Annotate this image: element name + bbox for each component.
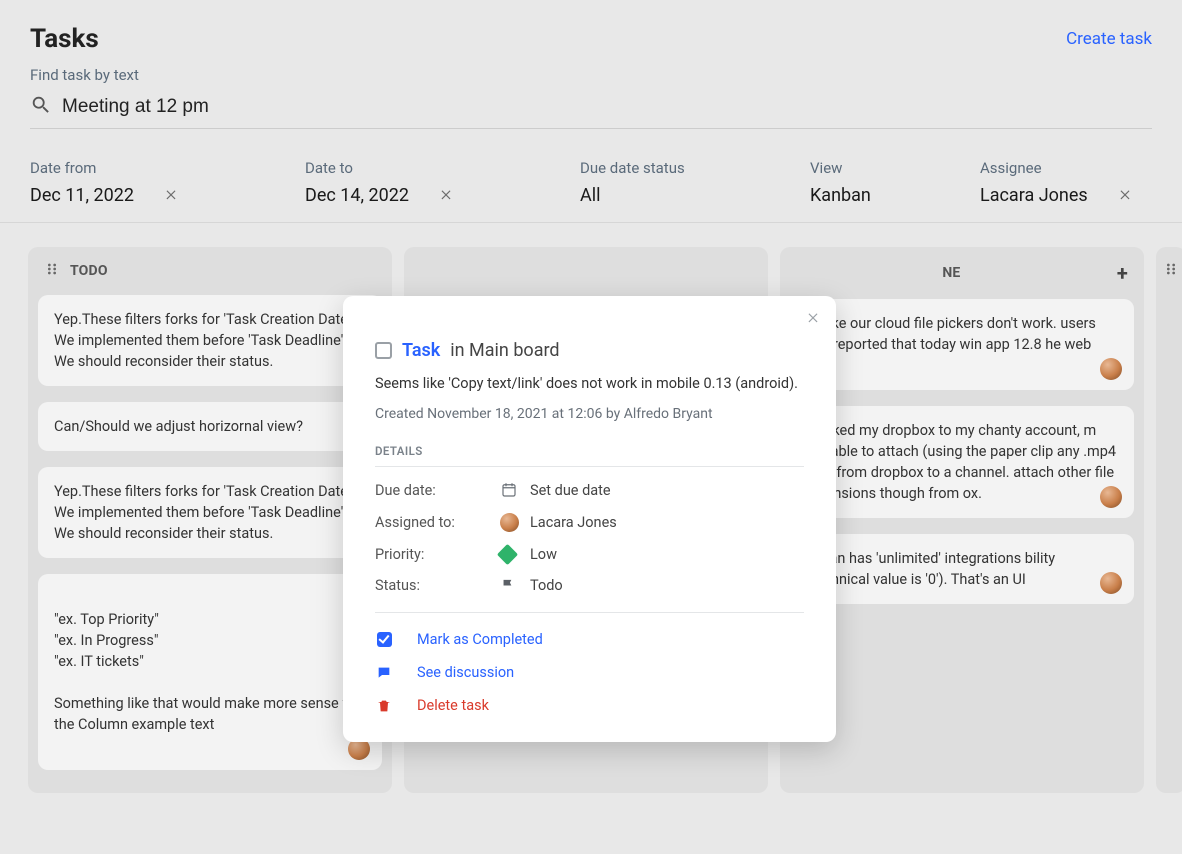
task-created-meta: Created November 18, 2021 at 12:06 by Al… (375, 406, 804, 422)
task-card[interactable]: e linked my dropbox to my chanty account… (790, 406, 1134, 518)
status-value[interactable]: Todo (530, 577, 804, 594)
filter-label: Due date status (580, 159, 810, 177)
priority-icon (500, 547, 530, 562)
delete-task-button[interactable]: Delete task (375, 697, 804, 714)
task-card[interactable]: ks like our cloud file pickers don't wor… (790, 299, 1134, 390)
task-actions: Mark as Completed See discussion Delete … (375, 612, 804, 714)
clear-assignee-icon[interactable] (1118, 185, 1132, 206)
search-input[interactable] (62, 96, 1152, 118)
search-label: Find task by text (30, 66, 1152, 84)
filter-value: All (580, 185, 601, 206)
filter-value: Dec 11, 2022 (30, 185, 134, 206)
task-modal: Task in Main board Seems like 'Copy text… (343, 296, 836, 742)
filter-value: Dec 14, 2022 (305, 185, 409, 206)
filter-date-to[interactable]: Date to Dec 14, 2022 (305, 159, 580, 206)
column-header: NE + (780, 247, 1144, 299)
task-card[interactable]: o plan has 'unlimited' integrations bili… (790, 534, 1134, 604)
due-date-value[interactable]: Set due date (530, 482, 804, 499)
page-title: Tasks (30, 24, 99, 54)
avatar (1100, 358, 1122, 380)
column-header: TODO (28, 247, 392, 295)
assigned-value[interactable]: Lacara Jones (530, 514, 804, 531)
column-todo: TODO Yep.These filters forks for 'Task C… (28, 247, 392, 793)
filter-value: Kanban (810, 185, 871, 206)
column-sliver (1156, 247, 1182, 793)
due-date-label: Due date: (375, 482, 500, 499)
task-description: Seems like 'Copy text/link' does not wor… (375, 375, 804, 392)
see-discussion-button[interactable]: See discussion (375, 664, 804, 681)
details-header: DETAILS (375, 444, 804, 467)
flag-icon (500, 577, 530, 594)
create-task-link[interactable]: Create task (1066, 29, 1152, 49)
check-icon (375, 632, 393, 647)
task-card[interactable]: Yep.These filters forks for 'Task Creati… (38, 295, 382, 386)
filter-label: View (810, 159, 980, 177)
avatar (1100, 486, 1122, 508)
filter-due-status[interactable]: Due date status All (580, 159, 810, 206)
trash-icon (375, 698, 393, 714)
column-title-fragment: NE (942, 265, 960, 281)
card-list: Yep.These filters forks for 'Task Creati… (28, 295, 392, 780)
task-title-row: Task in Main board (375, 340, 804, 361)
details-grid: Due date: Set due date Assigned to: Laca… (375, 481, 804, 594)
filter-label: Date to (305, 159, 580, 177)
filter-date-from[interactable]: Date from Dec 11, 2022 (30, 159, 305, 206)
page-header: Tasks Create task (0, 0, 1182, 66)
mark-complete-button[interactable]: Mark as Completed (375, 631, 804, 648)
status-label: Status: (375, 577, 500, 594)
calendar-icon (500, 481, 530, 499)
filter-label: Assignee (980, 159, 1152, 177)
chat-icon (375, 665, 393, 681)
search-row (30, 90, 1152, 129)
drag-handle-icon[interactable] (1163, 261, 1179, 281)
assignee-avatar (500, 513, 530, 532)
search-section: Find task by text (0, 66, 1182, 139)
close-icon[interactable] (806, 310, 820, 328)
assigned-label: Assigned to: (375, 514, 500, 531)
filter-value: Lacara Jones (980, 185, 1088, 206)
clear-date-from-icon[interactable] (164, 185, 178, 206)
column-title: TODO (70, 263, 108, 279)
task-card[interactable]: "ex. Top Priority" "ex. In Progress" "ex… (38, 574, 382, 770)
drag-handle-icon[interactable] (44, 261, 60, 281)
task-link[interactable]: Task (402, 340, 440, 361)
priority-label: Priority: (375, 546, 500, 563)
column-header (404, 247, 768, 275)
task-location: in Main board (450, 340, 559, 361)
task-checkbox[interactable] (375, 342, 392, 359)
search-icon (30, 94, 52, 120)
filter-view[interactable]: View Kanban (810, 159, 980, 206)
add-card-icon[interactable]: + (1117, 261, 1128, 285)
task-card[interactable]: Yep.These filters forks for 'Task Creati… (38, 467, 382, 558)
task-card[interactable]: Can/Should we adjust horizornal view? (38, 402, 382, 451)
filter-label: Date from (30, 159, 305, 177)
priority-value[interactable]: Low (530, 546, 804, 563)
avatar (1100, 572, 1122, 594)
clear-date-to-icon[interactable] (439, 185, 453, 206)
filter-bar: Date from Dec 11, 2022 Date to Dec 14, 2… (0, 139, 1182, 223)
filter-assignee[interactable]: Assignee Lacara Jones (980, 159, 1152, 206)
